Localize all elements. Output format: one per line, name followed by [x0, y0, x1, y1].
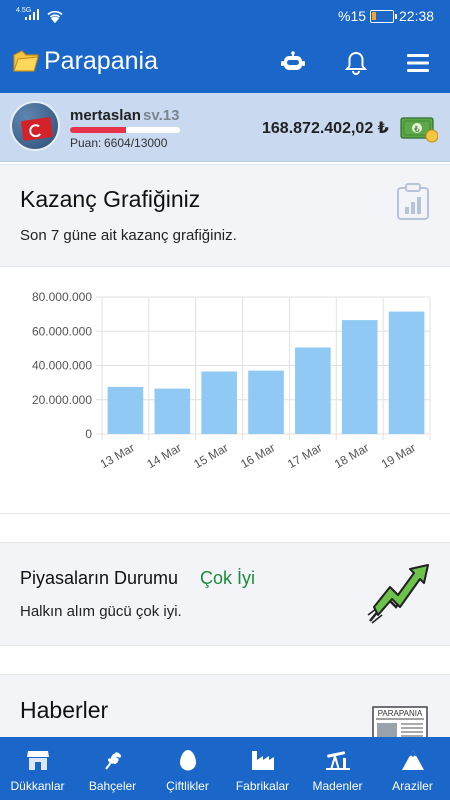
bar	[388, 311, 425, 434]
store-icon	[26, 751, 49, 770]
flag-icon	[20, 117, 54, 141]
battery-icon	[370, 10, 397, 23]
y-tick-label: 60.000.000	[32, 324, 92, 338]
factory-icon	[251, 751, 274, 770]
bottom-nav: Dükkanlar Bahçeler Çiftlikler Fabrikalar…	[0, 737, 450, 800]
folder-logo-icon	[13, 50, 39, 72]
menu-icon	[407, 54, 429, 72]
xp-progress-bar	[70, 127, 180, 133]
bar	[154, 388, 191, 434]
status-bar: 4.5G %15 22:38	[0, 0, 450, 33]
earnings-chart: 80.000.000 60.000.000 40.000.000 20.000.000…	[0, 267, 450, 514]
y-tick-label: 40.000.000	[32, 359, 92, 373]
menu-button[interactable]	[402, 47, 434, 79]
x-tick-label: 14 Mar	[144, 440, 183, 471]
points-value: 6604/13000	[104, 136, 168, 150]
x-tick-label: 16 Mar	[238, 440, 277, 471]
news-title: Haberler	[20, 697, 109, 723]
notifications-button[interactable]	[340, 47, 372, 79]
nav-item-araziler[interactable]: Araziler	[375, 737, 450, 800]
market-status: Çok İyi	[200, 568, 256, 588]
bar	[341, 320, 378, 434]
svg-text:₺: ₺	[414, 125, 420, 135]
x-tick-label: 13 Mar	[98, 440, 137, 471]
battery-percent: %15	[338, 8, 367, 24]
earnings-bar-chart: 80.000.000 60.000.000 40.000.000 20.000.000…	[32, 290, 431, 471]
nav-item-ciftlikler[interactable]: Çiftlikler	[150, 737, 225, 800]
clock: 22:38	[399, 8, 435, 24]
y-tick-label: 0	[85, 427, 92, 441]
app-bar: Parapania	[0, 33, 450, 93]
cash-icon[interactable]: ₺	[400, 115, 438, 143]
nav-label: Araziler	[392, 779, 433, 793]
x-tick-label: 17 Mar	[285, 440, 324, 471]
robot-button[interactable]	[277, 47, 309, 79]
nav-item-bahceler[interactable]: Bahçeler	[75, 737, 150, 800]
pumpjack-icon	[325, 751, 350, 770]
nav-label: Dükkanlar	[10, 779, 65, 793]
nav-label: Çiftlikler	[166, 779, 209, 793]
avatar[interactable]	[10, 101, 60, 151]
bar	[248, 370, 284, 434]
market-section: Piyasaların Durumu Çok İyi Halkın alım g…	[0, 542, 450, 646]
earnings-subtitle: Son 7 güne ait kazanç grafiğiniz.	[20, 227, 237, 244]
balance: 168.872.402,02 ₺	[262, 120, 389, 137]
bar	[201, 371, 237, 434]
x-tick-label: 19 Mar	[379, 440, 418, 471]
y-tick-label: 80.000.000	[32, 290, 92, 304]
earnings-title: Kazanç Grafiğiniz	[20, 186, 201, 212]
nav-label: Madenler	[312, 779, 363, 793]
trend-up-icon	[367, 564, 429, 624]
nav-item-madenler[interactable]: Madenler	[300, 737, 375, 800]
newspaper-label: PARAPANIA	[378, 709, 423, 718]
nav-item-dukkanlar[interactable]: Dükkanlar	[0, 737, 75, 800]
market-subtitle: Halkın alım gücü çok iyi.	[20, 603, 182, 620]
bell-icon	[345, 51, 367, 75]
nav-label: Fabrikalar	[235, 779, 290, 793]
mountain-icon	[401, 750, 424, 770]
market-title: Piyasaların Durumu	[20, 568, 179, 588]
wifi-icon	[47, 10, 63, 23]
nav-label: Bahçeler	[88, 779, 137, 793]
earnings-section: Kazanç Grafiğiniz Son 7 güne ait kazanç …	[0, 164, 450, 267]
x-tick-label: 15 Mar	[191, 440, 230, 471]
points-label: Puan:	[70, 136, 102, 150]
app-title: Parapania	[44, 47, 158, 75]
username: mertaslan	[70, 107, 141, 124]
bar	[107, 386, 144, 434]
wheat-icon	[104, 752, 121, 770]
x-tick-label: 18 Mar	[332, 440, 371, 471]
clipboard-chart-icon	[397, 183, 429, 220]
egg-icon	[179, 750, 196, 771]
xp-progress-fill	[70, 127, 126, 133]
y-tick-label: 20.000.000	[32, 393, 92, 407]
bar	[295, 347, 331, 434]
signal-icon	[25, 9, 39, 20]
nav-item-fabrikalar[interactable]: Fabrikalar	[225, 737, 300, 800]
robot-icon	[281, 51, 305, 70]
user-level: sv.13	[143, 107, 180, 124]
